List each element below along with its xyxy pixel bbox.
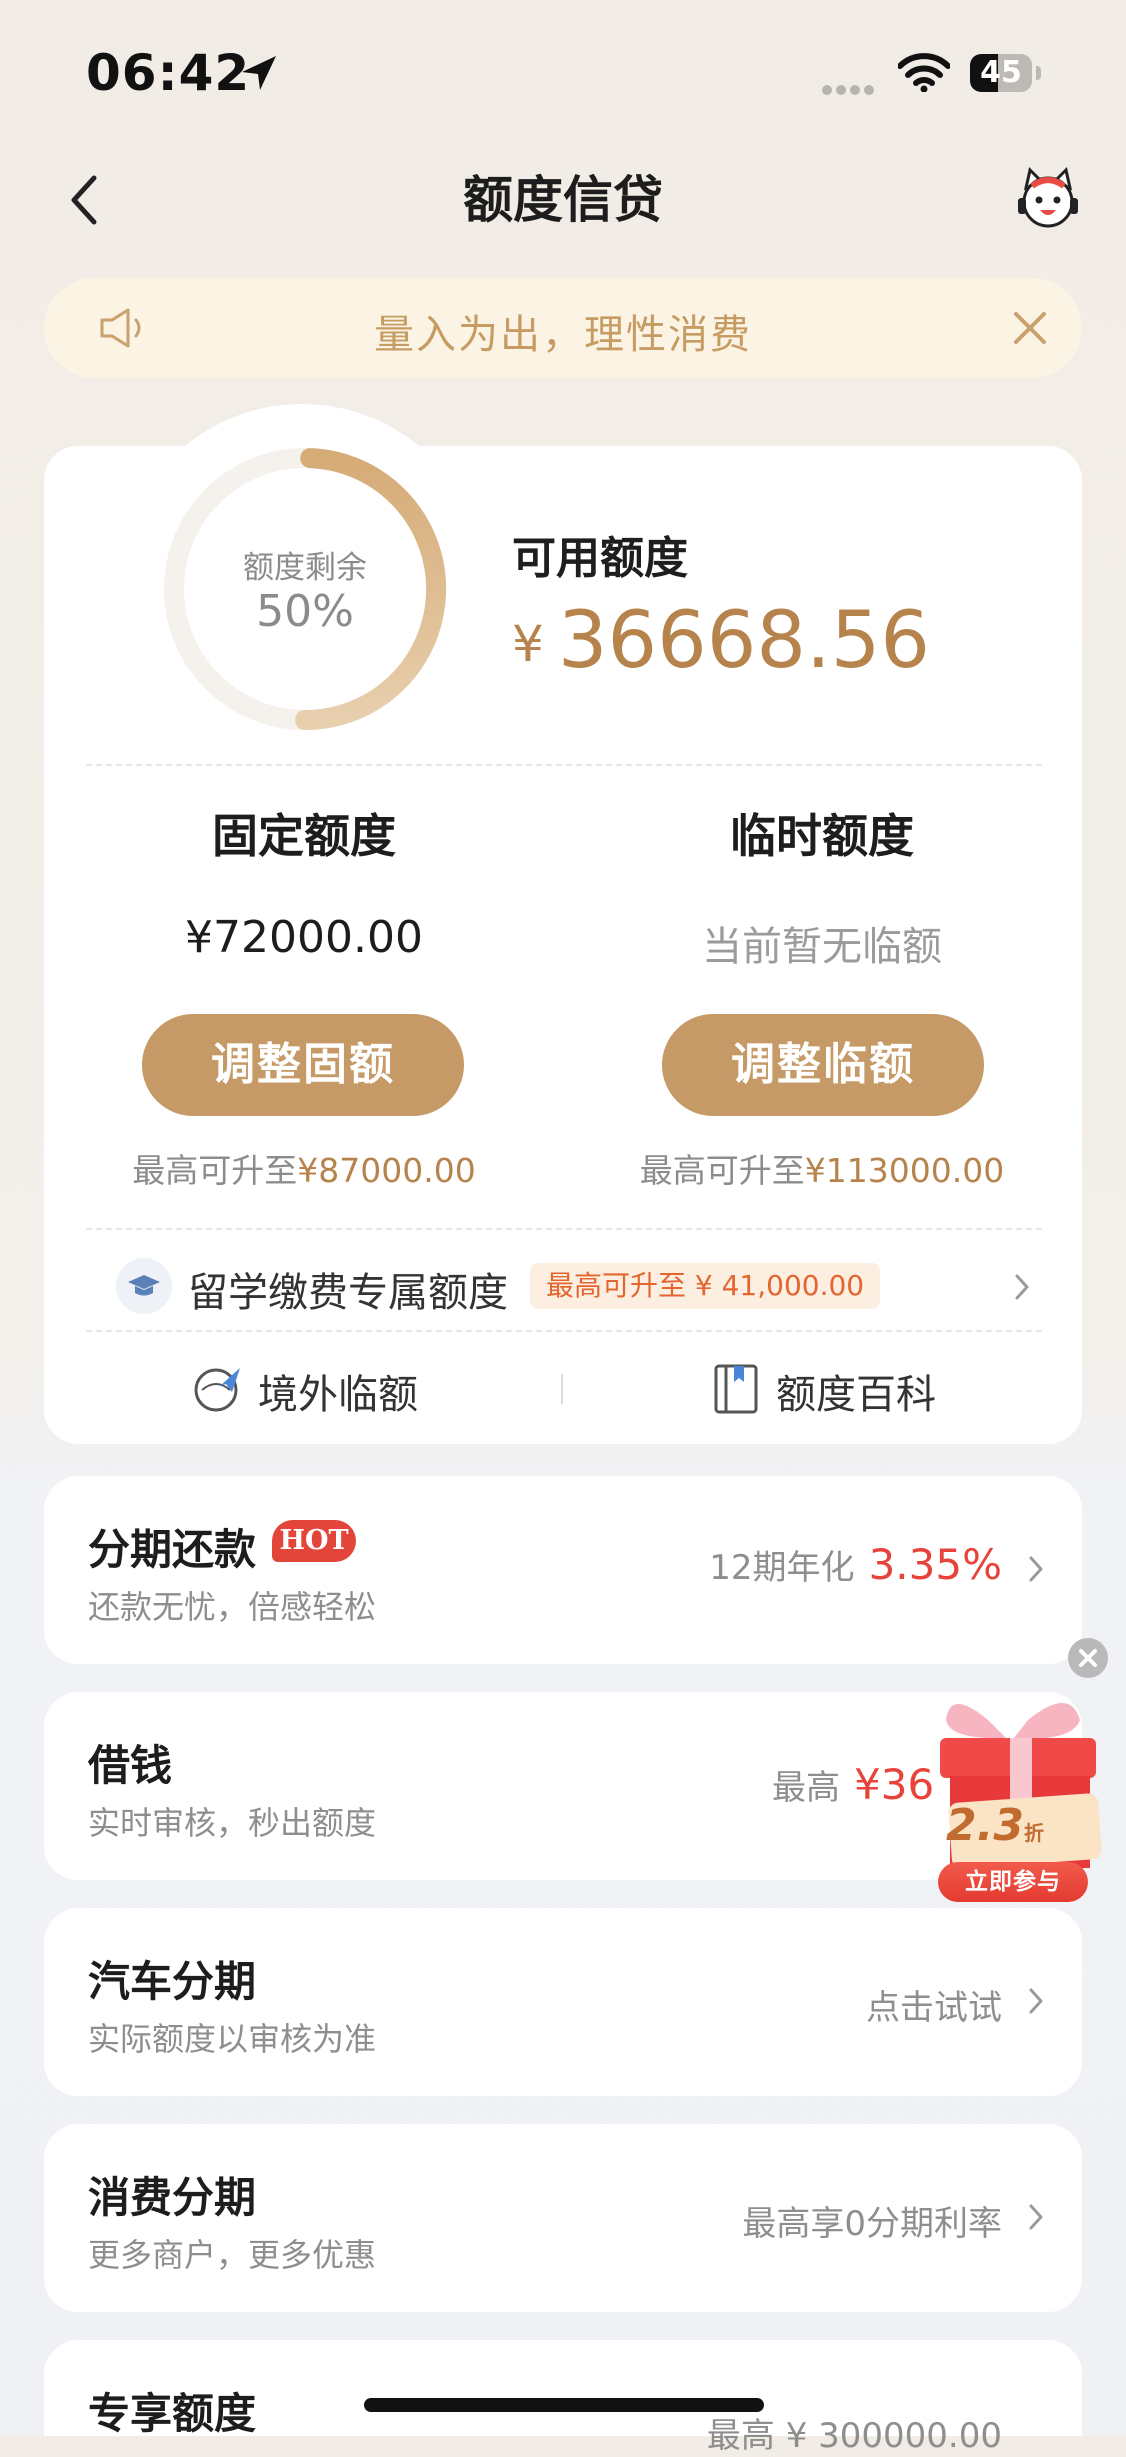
battery-level: 45: [980, 55, 1022, 90]
vertical-divider: [561, 1374, 563, 1404]
gift-discount: 2.3折: [946, 1800, 1044, 1851]
adjust-fixed-credit-button[interactable]: 调整固额: [142, 1014, 464, 1116]
notice-text: 量入为出，理性消费: [374, 312, 752, 358]
fixed-max-note: 最高可升至¥87000.00: [132, 1151, 476, 1190]
temp-credit-title: 临时额度: [730, 809, 914, 863]
divider: [86, 764, 1042, 766]
exclusive-credit-title: 专享额度: [88, 2389, 257, 2438]
credit-wiki-label: 额度百科: [776, 1372, 936, 1418]
overseas-temp-credit-link[interactable]: 境外临额: [180, 1356, 440, 1422]
gift-close-button[interactable]: [1068, 1638, 1108, 1678]
wifi-icon: [898, 53, 950, 92]
car-installment-title: 汽车分期: [88, 1957, 257, 2006]
status-time: 06:42: [86, 44, 251, 102]
notice-bar: 量入为出，理性消费: [44, 278, 1082, 378]
battery-icon: 45: [970, 54, 1042, 92]
consumer-installment-subtitle: 更多商户，更多优惠: [88, 2236, 377, 2274]
hot-badge: HOT: [272, 1520, 356, 1562]
credit-wiki-link[interactable]: 额度百科: [700, 1356, 960, 1422]
chevron-right-icon: [1029, 1988, 1043, 2014]
chevron-right-icon: [1029, 1556, 1043, 1582]
study-max-badge: 最高可升至 ¥ 41,000.00: [530, 1263, 881, 1309]
cellular-signal-icon: [822, 80, 878, 99]
temp-credit-value: 当前暂无临额: [702, 924, 942, 970]
graduation-cap-icon: [116, 1258, 172, 1314]
car-installment-subtitle: 实际额度以审核为准: [88, 2020, 377, 2058]
exclusive-credit-max: 最高 ¥ 300000.00: [706, 2416, 1002, 2456]
ring-label: 额度剩余: [243, 550, 367, 586]
globe-plane-icon: [194, 1368, 240, 1412]
study-abroad-label: 留学缴费专属额度: [188, 1270, 508, 1316]
close-icon[interactable]: [1010, 308, 1050, 348]
consumer-installment-title: 消费分期: [88, 2173, 257, 2222]
divider: [86, 1330, 1042, 1332]
available-credit-label: 可用额度: [512, 533, 688, 584]
chevron-right-icon: [1015, 1274, 1029, 1300]
installment-rate: 12期年化 3.35%: [709, 1540, 1002, 1589]
adjust-temp-credit-button[interactable]: 调整临额: [662, 1014, 984, 1116]
car-installment-action: 点击试试: [866, 1988, 1002, 2028]
available-amount-value: 36668.56: [557, 596, 930, 686]
fixed-credit-value: ¥72000.00: [185, 912, 423, 963]
join-now-button[interactable]: 立即参与: [938, 1862, 1088, 1902]
installment-repayment-title: 分期还款: [88, 1525, 257, 1574]
available-credit-amount: ¥36668.56: [512, 596, 930, 686]
currency-symbol: ¥: [512, 615, 544, 673]
home-indicator: [364, 2398, 764, 2412]
fixed-credit-title: 固定额度: [212, 809, 396, 863]
overseas-temp-credit-label: 境外临额: [258, 1372, 418, 1418]
ring-percentage: 50%: [256, 586, 354, 637]
installment-repayment-subtitle: 还款无忧，倍感轻松: [88, 1588, 377, 1626]
location-arrow-icon: [242, 56, 276, 90]
customer-service-mascot-icon[interactable]: [1014, 166, 1082, 232]
consumer-installment-rate: 最高享0分期利率: [742, 2204, 1002, 2244]
borrow-money-subtitle: 实时审核，秒出额度: [88, 1804, 377, 1842]
temp-max-note: 最高可升至¥113000.00: [639, 1151, 1005, 1190]
book-icon: [714, 1364, 758, 1414]
page-title: 额度信贷: [463, 171, 663, 229]
divider: [86, 1228, 1042, 1230]
chevron-right-icon: [1029, 2204, 1043, 2230]
borrow-money-title: 借钱: [88, 1741, 173, 1790]
